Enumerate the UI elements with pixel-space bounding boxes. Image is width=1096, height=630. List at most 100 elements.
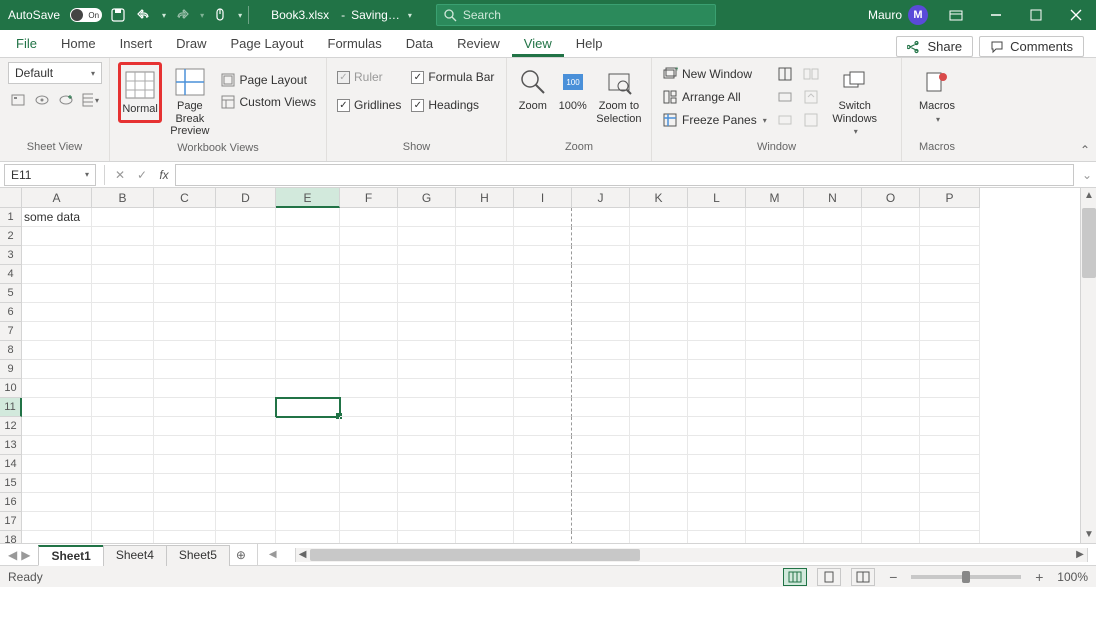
scroll-up-icon[interactable]: ▲ <box>1081 188 1096 204</box>
cell-J7[interactable] <box>572 322 630 341</box>
scrollbar-thumb[interactable] <box>1082 208 1096 278</box>
hide-icon[interactable] <box>775 87 795 107</box>
cell-A11[interactable] <box>22 398 92 417</box>
view-side-by-side-icon[interactable] <box>801 64 821 84</box>
cell-D10[interactable] <box>216 379 276 398</box>
cell-F1[interactable] <box>340 208 398 227</box>
zoom-100-button[interactable]: 100 100% <box>557 62 589 117</box>
cell-D15[interactable] <box>216 474 276 493</box>
cell-K17[interactable] <box>630 512 688 531</box>
cell-J13[interactable] <box>572 436 630 455</box>
cell-P2[interactable] <box>920 227 980 246</box>
cell-L3[interactable] <box>688 246 746 265</box>
row-header-10[interactable]: 10 <box>0 379 22 398</box>
tab-view[interactable]: View <box>512 30 564 57</box>
cell-N15[interactable] <box>804 474 862 493</box>
cell-C14[interactable] <box>154 455 216 474</box>
cell-P4[interactable] <box>920 265 980 284</box>
cell-I16[interactable] <box>514 493 572 512</box>
cell-A10[interactable] <box>22 379 92 398</box>
row-header-18[interactable]: 18 <box>0 531 22 543</box>
cell-G12[interactable] <box>398 417 456 436</box>
cell-H14[interactable] <box>456 455 514 474</box>
cell-E18[interactable] <box>276 531 340 543</box>
cell-C15[interactable] <box>154 474 216 493</box>
cell-P9[interactable] <box>920 360 980 379</box>
cell-J3[interactable] <box>572 246 630 265</box>
cell-I11[interactable] <box>514 398 572 417</box>
zoom-out-button[interactable]: − <box>885 569 901 585</box>
cell-C3[interactable] <box>154 246 216 265</box>
cell-D5[interactable] <box>216 284 276 303</box>
cell-B8[interactable] <box>92 341 154 360</box>
cell-N14[interactable] <box>804 455 862 474</box>
cell-C8[interactable] <box>154 341 216 360</box>
collapse-ribbon-icon[interactable]: ⌃ <box>1080 143 1090 157</box>
name-box[interactable]: E11 ▾ <box>4 164 96 186</box>
cell-J5[interactable] <box>572 284 630 303</box>
sheet-tab-sheet1[interactable]: Sheet1 <box>38 545 103 566</box>
row-header-1[interactable]: 1 <box>0 208 22 227</box>
cell-G8[interactable] <box>398 341 456 360</box>
row-header-4[interactable]: 4 <box>0 265 22 284</box>
cell-K8[interactable] <box>630 341 688 360</box>
cell-E14[interactable] <box>276 455 340 474</box>
cell-B4[interactable] <box>92 265 154 284</box>
cell-I4[interactable] <box>514 265 572 284</box>
cell-H8[interactable] <box>456 341 514 360</box>
cell-C18[interactable] <box>154 531 216 543</box>
cell-P15[interactable] <box>920 474 980 493</box>
column-header-K[interactable]: K <box>630 188 688 208</box>
column-header-L[interactable]: L <box>688 188 746 208</box>
cell-A17[interactable] <box>22 512 92 531</box>
cell-M11[interactable] <box>746 398 804 417</box>
cell-O11[interactable] <box>862 398 920 417</box>
cell-E8[interactable] <box>276 341 340 360</box>
row-header-15[interactable]: 15 <box>0 474 22 493</box>
cell-J9[interactable] <box>572 360 630 379</box>
cell-L13[interactable] <box>688 436 746 455</box>
sheet-nav-next-icon[interactable]: ▶ <box>21 548 30 562</box>
cell-D3[interactable] <box>216 246 276 265</box>
freeze-panes-button[interactable]: Freeze Panes▾ <box>660 110 769 130</box>
enter-formula-icon[interactable]: ✓ <box>131 168 153 182</box>
tab-formulas[interactable]: Formulas <box>316 30 394 57</box>
cell-M13[interactable] <box>746 436 804 455</box>
vertical-scrollbar[interactable]: ▲ ▼ <box>1080 188 1096 543</box>
cell-F16[interactable] <box>340 493 398 512</box>
cell-N9[interactable] <box>804 360 862 379</box>
cell-E16[interactable] <box>276 493 340 512</box>
column-header-G[interactable]: G <box>398 188 456 208</box>
cell-M8[interactable] <box>746 341 804 360</box>
tab-home[interactable]: Home <box>49 30 108 57</box>
cell-J12[interactable] <box>572 417 630 436</box>
cell-C12[interactable] <box>154 417 216 436</box>
cell-E2[interactable] <box>276 227 340 246</box>
add-sheet-button[interactable]: ⊕ <box>229 548 253 562</box>
cell-K14[interactable] <box>630 455 688 474</box>
cell-I12[interactable] <box>514 417 572 436</box>
custom-views-button[interactable]: Custom Views <box>218 92 318 112</box>
cell-O6[interactable] <box>862 303 920 322</box>
cell-M14[interactable] <box>746 455 804 474</box>
cell-I7[interactable] <box>514 322 572 341</box>
cell-B3[interactable] <box>92 246 154 265</box>
cell-N18[interactable] <box>804 531 862 543</box>
cell-H17[interactable] <box>456 512 514 531</box>
minimize-icon[interactable] <box>976 0 1016 30</box>
cell-O14[interactable] <box>862 455 920 474</box>
column-header-P[interactable]: P <box>920 188 980 208</box>
cell-P13[interactable] <box>920 436 980 455</box>
cell-E4[interactable] <box>276 265 340 284</box>
cell-A4[interactable] <box>22 265 92 284</box>
new-window-button[interactable]: +New Window <box>660 64 769 84</box>
cell-D12[interactable] <box>216 417 276 436</box>
cell-I18[interactable] <box>514 531 572 543</box>
cell-P1[interactable] <box>920 208 980 227</box>
cell-M7[interactable] <box>746 322 804 341</box>
cell-D4[interactable] <box>216 265 276 284</box>
row-header-3[interactable]: 3 <box>0 246 22 265</box>
sheet-tab-sheet5[interactable]: Sheet5 <box>166 545 230 566</box>
sheet-view-dropdown[interactable]: Default ▾ <box>8 62 102 84</box>
cell-K11[interactable] <box>630 398 688 417</box>
